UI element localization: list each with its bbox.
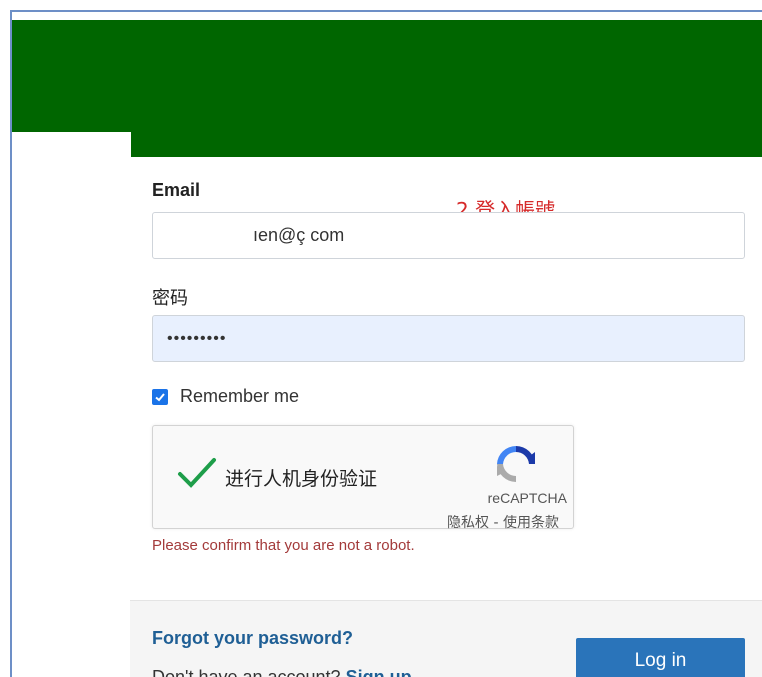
checkmark-icon[interactable] — [177, 456, 217, 495]
header-extension — [131, 132, 762, 157]
recaptcha-icon — [491, 442, 541, 493]
captcha-links[interactable]: 隐私权 - 使用条款 — [447, 512, 559, 532]
password-field[interactable]: ••••••••• — [152, 315, 745, 362]
password-label: 密码 — [152, 288, 188, 309]
forgot-password-link[interactable]: Forgot your password? — [152, 628, 353, 649]
captcha-error: Please confirm that you are not a robot. — [152, 537, 415, 554]
left-panel — [12, 132, 131, 677]
email-label: Email — [152, 180, 201, 200]
remember-me-label: Remember me — [180, 386, 300, 406]
login-button[interactable]: Log in — [576, 638, 745, 677]
email-field[interactable]: ıen@ç com — [152, 212, 745, 259]
signup-prefix: Don't have an account? — [152, 667, 346, 677]
checkbox-checked-icon[interactable] — [152, 388, 168, 405]
captcha-status-text: 进行人机身份验证 — [225, 468, 378, 490]
site-header — [12, 20, 762, 132]
signup-link[interactable]: Sign up — [346, 667, 412, 677]
signup-text: Don't have an account? Sign up — [152, 667, 412, 677]
recaptcha-widget[interactable]: 进行人机身份验证 reCAPTCHA 隐私权 - 使用条款 — [152, 425, 574, 532]
remember-me[interactable]: Remember me — [152, 386, 299, 407]
captcha-brand: reCAPTCHA — [487, 490, 567, 506]
